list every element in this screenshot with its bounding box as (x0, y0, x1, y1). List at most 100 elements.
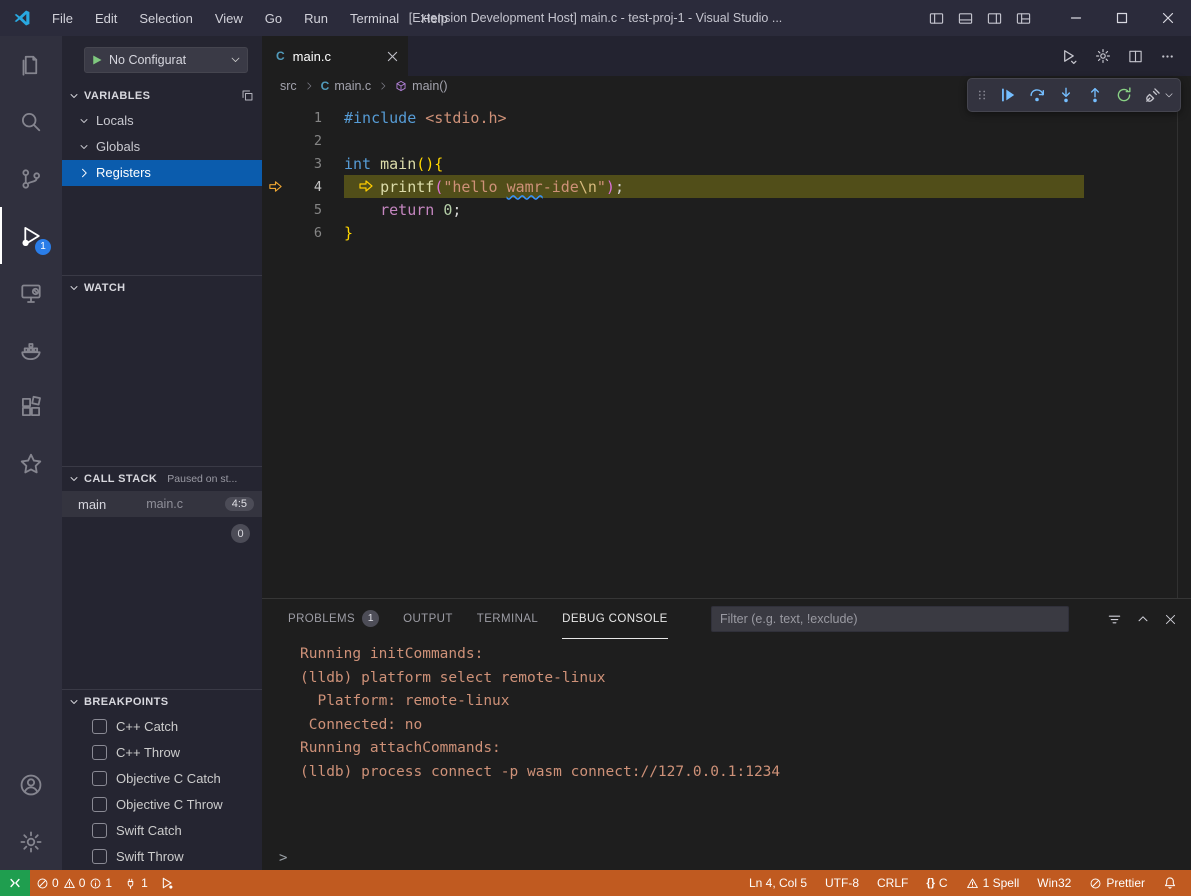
tab-output[interactable]: OUTPUT (403, 599, 453, 639)
variables-item-registers[interactable]: Registers (62, 160, 262, 186)
continue-button[interactable] (994, 82, 1021, 109)
stack-frame-row[interactable]: main main.c 4:5 (62, 491, 262, 517)
code-line[interactable]: 3 int main(){ (262, 152, 1191, 175)
title-bar: File Edit Selection View Go Run Terminal… (0, 0, 1191, 36)
c-file-icon: C (321, 79, 330, 93)
current-frame-arrow-icon[interactable] (262, 179, 288, 194)
line-number[interactable]: 6 (288, 225, 322, 241)
line-number[interactable]: 3 (288, 156, 322, 172)
scrollbar[interactable] (1177, 96, 1178, 598)
step-out-button[interactable] (1081, 82, 1108, 109)
tab-main-c[interactable]: C main.c (262, 36, 408, 76)
settings-gear-icon[interactable] (0, 813, 62, 870)
console-input[interactable]: > (262, 846, 1191, 870)
cursor-position[interactable]: Ln 4, Col 5 (743, 876, 813, 890)
breakpoints-header[interactable]: BREAKPOINTS (62, 690, 262, 714)
toggle-sidebar-icon[interactable] (929, 11, 944, 26)
tab-debug-console[interactable]: DEBUG CONSOLE (562, 599, 668, 639)
menu-selection[interactable]: Selection (130, 7, 201, 30)
restart-button[interactable] (1110, 82, 1137, 109)
line-number[interactable]: 1 (288, 110, 322, 126)
menu-edit[interactable]: Edit (86, 7, 126, 30)
minimize-button[interactable] (1053, 0, 1099, 36)
run-and-debug-icon[interactable]: 1 (0, 207, 62, 264)
menu-view[interactable]: View (206, 7, 252, 30)
breakpoint-row[interactable]: C++ Throw (62, 740, 262, 766)
encoding[interactable]: UTF-8 (819, 876, 865, 890)
code-line[interactable]: 5 return 0; (262, 198, 1191, 221)
more-actions-icon[interactable] (1160, 49, 1175, 64)
source-control-icon[interactable] (0, 150, 62, 207)
problems-status[interactable]: 0 0 1 (30, 870, 118, 896)
checkbox[interactable] (92, 719, 107, 734)
breakpoint-row[interactable]: Swift Throw (62, 844, 262, 870)
breakpoint-row[interactable]: C++ Catch (62, 714, 262, 740)
copy-icon[interactable] (241, 89, 254, 102)
search-icon[interactable] (0, 93, 62, 150)
menu-go[interactable]: Go (256, 7, 291, 30)
formatter-status[interactable]: Prettier (1083, 876, 1151, 890)
close-panel-icon[interactable] (1164, 613, 1177, 626)
drag-handle-icon[interactable] (972, 82, 992, 109)
tab-problems[interactable]: PROBLEMS1 (288, 599, 379, 639)
breadcrumb-src[interactable]: src (280, 79, 297, 93)
menu-terminal[interactable]: Terminal (341, 7, 408, 30)
debug-status-icon[interactable] (154, 870, 180, 896)
breadcrumb-file[interactable]: Cmain.c (321, 79, 372, 93)
editor-settings-gear-icon[interactable] (1095, 48, 1111, 64)
code-line-current[interactable]: 4 printf("hello wamr-ide\n"); (262, 175, 1191, 198)
variables-item-globals[interactable]: Globals (62, 134, 262, 160)
step-into-button[interactable] (1052, 82, 1079, 109)
filter-lines-icon[interactable] (1107, 612, 1122, 627)
chevron-down-icon[interactable] (1164, 90, 1176, 100)
console-filter-input[interactable] (711, 606, 1069, 632)
code-line[interactable]: 6 } (262, 221, 1191, 244)
checkbox[interactable] (92, 771, 107, 786)
docker-icon[interactable] (0, 321, 62, 378)
platform-status[interactable]: Win32 (1031, 876, 1077, 890)
code-line[interactable]: 2 (262, 129, 1191, 152)
checkbox[interactable] (92, 823, 107, 838)
debug-config-dropdown[interactable]: No Configurat (84, 47, 248, 73)
menu-run[interactable]: Run (295, 7, 337, 30)
variables-header[interactable]: VARIABLES (62, 84, 262, 108)
language-mode[interactable]: {}C (920, 876, 953, 890)
code-editor[interactable]: 1 #include <stdio.h> 2 3 int main(){ 4 p… (262, 96, 1191, 598)
customize-layout-icon[interactable] (1016, 11, 1031, 26)
checkbox[interactable] (92, 745, 107, 760)
close-window-button[interactable] (1145, 0, 1191, 36)
remote-explorer-icon[interactable] (0, 264, 62, 321)
ports-status[interactable]: 1 (118, 870, 154, 896)
breakpoint-row[interactable]: Swift Catch (62, 818, 262, 844)
toggle-secondary-sidebar-icon[interactable] (987, 11, 1002, 26)
breadcrumb-symbol[interactable]: main() (395, 79, 447, 93)
star-icon[interactable] (0, 435, 62, 492)
checkbox[interactable] (92, 797, 107, 812)
disconnect-button[interactable] (1139, 82, 1166, 109)
explorer-icon[interactable] (0, 36, 62, 93)
close-tab-icon[interactable] (387, 51, 398, 62)
menu-file[interactable]: File (43, 7, 82, 30)
line-number[interactable]: 4 (288, 179, 322, 195)
split-editor-icon[interactable] (1128, 49, 1143, 64)
variables-item-locals[interactable]: Locals (62, 108, 262, 134)
call-stack-header[interactable]: CALL STACK Paused on st... (62, 467, 262, 491)
step-over-button[interactable] (1023, 82, 1050, 109)
toggle-panel-icon[interactable] (958, 11, 973, 26)
maximize-panel-icon[interactable] (1136, 612, 1150, 626)
breakpoint-row[interactable]: Objective C Throw (62, 792, 262, 818)
accounts-icon[interactable] (0, 756, 62, 813)
line-number[interactable]: 5 (288, 202, 322, 218)
line-number[interactable]: 2 (288, 133, 322, 149)
eol-sequence[interactable]: CRLF (871, 876, 914, 890)
breakpoint-row[interactable]: Objective C Catch (62, 766, 262, 792)
checkbox[interactable] (92, 849, 107, 864)
tab-terminal[interactable]: TERMINAL (477, 599, 538, 639)
notifications-bell-icon[interactable] (1157, 876, 1183, 890)
remote-indicator[interactable] (0, 870, 30, 896)
maximize-button[interactable] (1099, 0, 1145, 36)
extensions-icon[interactable] (0, 378, 62, 435)
run-or-debug-icon[interactable] (1061, 48, 1078, 65)
spell-checker-status[interactable]: 1 Spell (960, 876, 1026, 890)
watch-header[interactable]: WATCH (62, 276, 262, 300)
